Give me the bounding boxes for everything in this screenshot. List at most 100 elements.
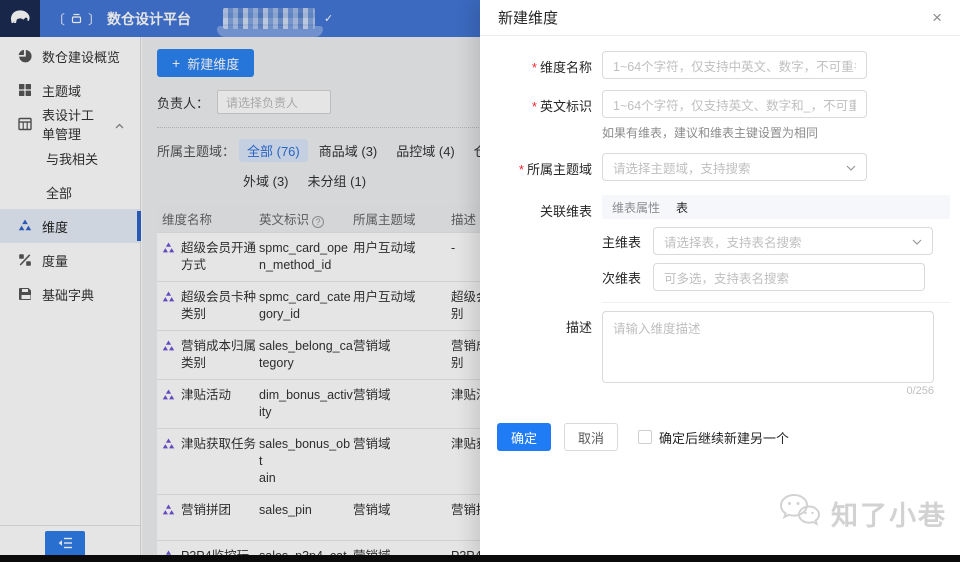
dimension-triangles-icon xyxy=(162,242,175,254)
continue-checkbox-label: 确定后继续新建另一个 xyxy=(659,430,790,446)
dictionary-icon xyxy=(18,287,32,301)
pie-chart-icon xyxy=(18,49,32,63)
desc-field-label: 描述 xyxy=(565,320,592,335)
secondary-table-row: 次维表 可多选，支持表名搜索 xyxy=(602,263,950,291)
domain-filter-chip[interactable]: 商品域 (3) xyxy=(311,139,386,162)
dimension-code: sales_bonus_obt ain xyxy=(259,437,351,485)
dotted-divider xyxy=(157,127,479,128)
desc-textarea[interactable]: 请输入维度描述 xyxy=(602,311,934,383)
sidebar-item-subject-domain[interactable]: 主题域 xyxy=(0,73,140,107)
code-field-label: 英文标识 xyxy=(480,90,592,115)
continue-checkbox[interactable] xyxy=(638,430,653,444)
help-circle-icon[interactable]: ? xyxy=(312,216,325,228)
drawer-title: 新建维度 xyxy=(498,10,559,27)
brand-glyph-icon xyxy=(71,13,82,24)
checkmark-icon: ✓ xyxy=(324,13,334,25)
primary-table-select[interactable]: 请选择表，支持表名搜索 xyxy=(653,227,933,255)
new-dimension-button[interactable]: + 新建维度 xyxy=(157,49,255,77)
workspace-selector[interactable]: ✓ xyxy=(217,0,334,37)
chevron-down-icon xyxy=(846,158,856,176)
sidebar-item-label: 表设计工单管理 xyxy=(42,108,95,142)
dimension-name: 津贴获取任务 xyxy=(181,437,257,451)
dimension-triangles-icon xyxy=(162,389,175,401)
dimension-triangles-icon xyxy=(162,504,175,516)
domain-select[interactable]: 请选择主题域，支持搜索 xyxy=(602,153,867,181)
domain-filter-chip[interactable]: 品控域 (4) xyxy=(388,139,463,162)
primary-table-row: 主维表 请选择表，支持表名搜索 xyxy=(602,227,950,255)
domain-filter-chip[interactable]: 外域 (3) xyxy=(235,169,297,192)
dimension-name: 营销拼团 xyxy=(181,503,232,517)
sidebar-item-related-to-me[interactable]: 与我相关 xyxy=(0,141,140,175)
dimension-name: 超级会员卡种 类别 xyxy=(181,290,257,321)
dimension-code: sales_pin xyxy=(259,503,312,517)
owner-select[interactable]: 请选择负责人 xyxy=(217,90,332,114)
dimension-domain: 用户互动域 xyxy=(353,241,416,255)
collapse-sidebar-button[interactable] xyxy=(45,531,85,557)
cancel-button[interactable]: 取消 xyxy=(564,423,619,451)
dimension-domain: 用户互动域 xyxy=(353,290,416,304)
dimension-triangles-icon xyxy=(162,340,175,352)
app-window: 〔 〕 数仓设计平台 ✓ 数仓建设概览 主题域 表设计工单管理 与我相关 全部 … xyxy=(0,0,960,562)
drawer-header: 新建维度 × xyxy=(480,0,960,36)
drawer-footer: 确定 取消 确定后继续新建另一个 xyxy=(480,423,960,451)
domain-filter-chip[interactable]: 全部 (76) xyxy=(239,139,308,162)
assoc-section-label: 关联维表 xyxy=(539,204,592,219)
chevron-down-icon xyxy=(912,232,922,250)
table-icon xyxy=(18,117,32,131)
drawer-body: 维度名称 1~64个字符，仅支持中英文、数字，不可重名 英文标识 1~64个字符… xyxy=(480,36,960,451)
menu-fold-icon xyxy=(57,536,73,553)
dimension-name: 津贴活动 xyxy=(181,388,232,402)
workspace-name-redacted xyxy=(223,8,316,29)
dimension-code: dim_bonus_activ ity xyxy=(259,388,353,419)
field-row-name: 维度名称 1~64个字符，仅支持中英文、数字，不可重名 xyxy=(480,51,960,79)
dimension-triangles-icon xyxy=(162,291,175,303)
field-row-code: 英文标识 1~64个字符，仅支持英文、数字和_，不可重名 xyxy=(480,90,960,118)
sidebar-item-dimension[interactable]: 维度 xyxy=(0,209,141,243)
dimension-domain: 营销域 xyxy=(353,388,391,402)
dimension-code: sales_belong_ca tegory xyxy=(259,339,353,370)
col-header-name: 维度名称 xyxy=(162,213,213,227)
brand-bracket-icon: 〕 xyxy=(88,12,102,27)
dimension-code: spmc_card_cate gory_id xyxy=(259,290,351,321)
sidebar-item-label: 维度 xyxy=(42,219,69,235)
domain-filter-chip[interactable]: 未分组 (1) xyxy=(300,169,375,192)
dimension-name: 营销成本归属 类别 xyxy=(181,339,257,370)
code-field-input[interactable]: 1~64个字符，仅支持英文、数字和_，不可重名 xyxy=(602,90,867,118)
assoc-section: 关联维表 维表属性 表 主维表 请选择表，支持表名搜索 次维表 可多选，支持表名… xyxy=(480,195,960,303)
measure-icon xyxy=(18,253,32,267)
sidebar-item-overview[interactable]: 数仓建设概览 xyxy=(0,39,140,73)
dimension-domain: 营销域 xyxy=(353,437,391,451)
sidebar-item-table-design-orders[interactable]: 表设计工单管理 xyxy=(0,107,140,142)
name-field-input[interactable]: 1~64个字符，仅支持中英文、数字，不可重名 xyxy=(602,51,867,79)
app-title: 数仓设计平台 xyxy=(107,10,192,27)
dimension-name: 超级会员开通 方式 xyxy=(181,241,257,272)
domain-field-label: 所属主题域 xyxy=(480,153,592,178)
owner-placeholder: 请选择负责人 xyxy=(226,95,299,110)
sidebar-item-label: 数仓建设概览 xyxy=(42,49,121,65)
code-field-hint: 如果有维表，建议和维表主键设置为相同 xyxy=(602,126,819,140)
mammoth-icon xyxy=(8,7,32,30)
char-counter: 0/256 xyxy=(906,385,934,397)
app-brand: 〔 〕 数仓设计平台 xyxy=(52,9,191,29)
secondary-table-input[interactable]: 可多选，支持表名搜索 xyxy=(653,263,925,291)
plus-icon: + xyxy=(172,55,181,71)
sidebar-item-all[interactable]: 全部 xyxy=(0,175,140,209)
sidebar: 数仓建设概览 主题域 表设计工单管理 与我相关 全部 维度 度量 基础字典 xyxy=(0,37,141,562)
sidebar-item-base-dictionary[interactable]: 基础字典 xyxy=(0,277,140,311)
close-icon[interactable]: × xyxy=(932,9,942,26)
field-row-domain: 所属主题域 请选择主题域，支持搜索 xyxy=(480,153,960,181)
field-row-desc: 描述 请输入维度描述 0/256 xyxy=(480,311,960,397)
sidebar-item-label: 基础字典 xyxy=(42,287,95,303)
sidebar-item-label: 主题域 xyxy=(42,83,82,99)
brand-bracket-icon: 〔 xyxy=(52,12,66,27)
sidebar-item-label: 与我相关 xyxy=(46,151,99,167)
primary-table-label: 主维表 xyxy=(602,234,642,250)
sidebar-item-measure[interactable]: 度量 xyxy=(0,243,140,277)
chevron-up-icon[interactable] xyxy=(115,117,124,132)
assoc-attr-bar: 维表属性 表 xyxy=(602,195,950,219)
col-header-domain: 所属主题域 xyxy=(353,213,416,227)
col-header-code: 英文标识? xyxy=(259,209,353,228)
dimension-domain: 营销域 xyxy=(353,339,391,353)
confirm-button[interactable]: 确定 xyxy=(497,423,551,451)
dimension-triangles-icon xyxy=(18,219,32,233)
